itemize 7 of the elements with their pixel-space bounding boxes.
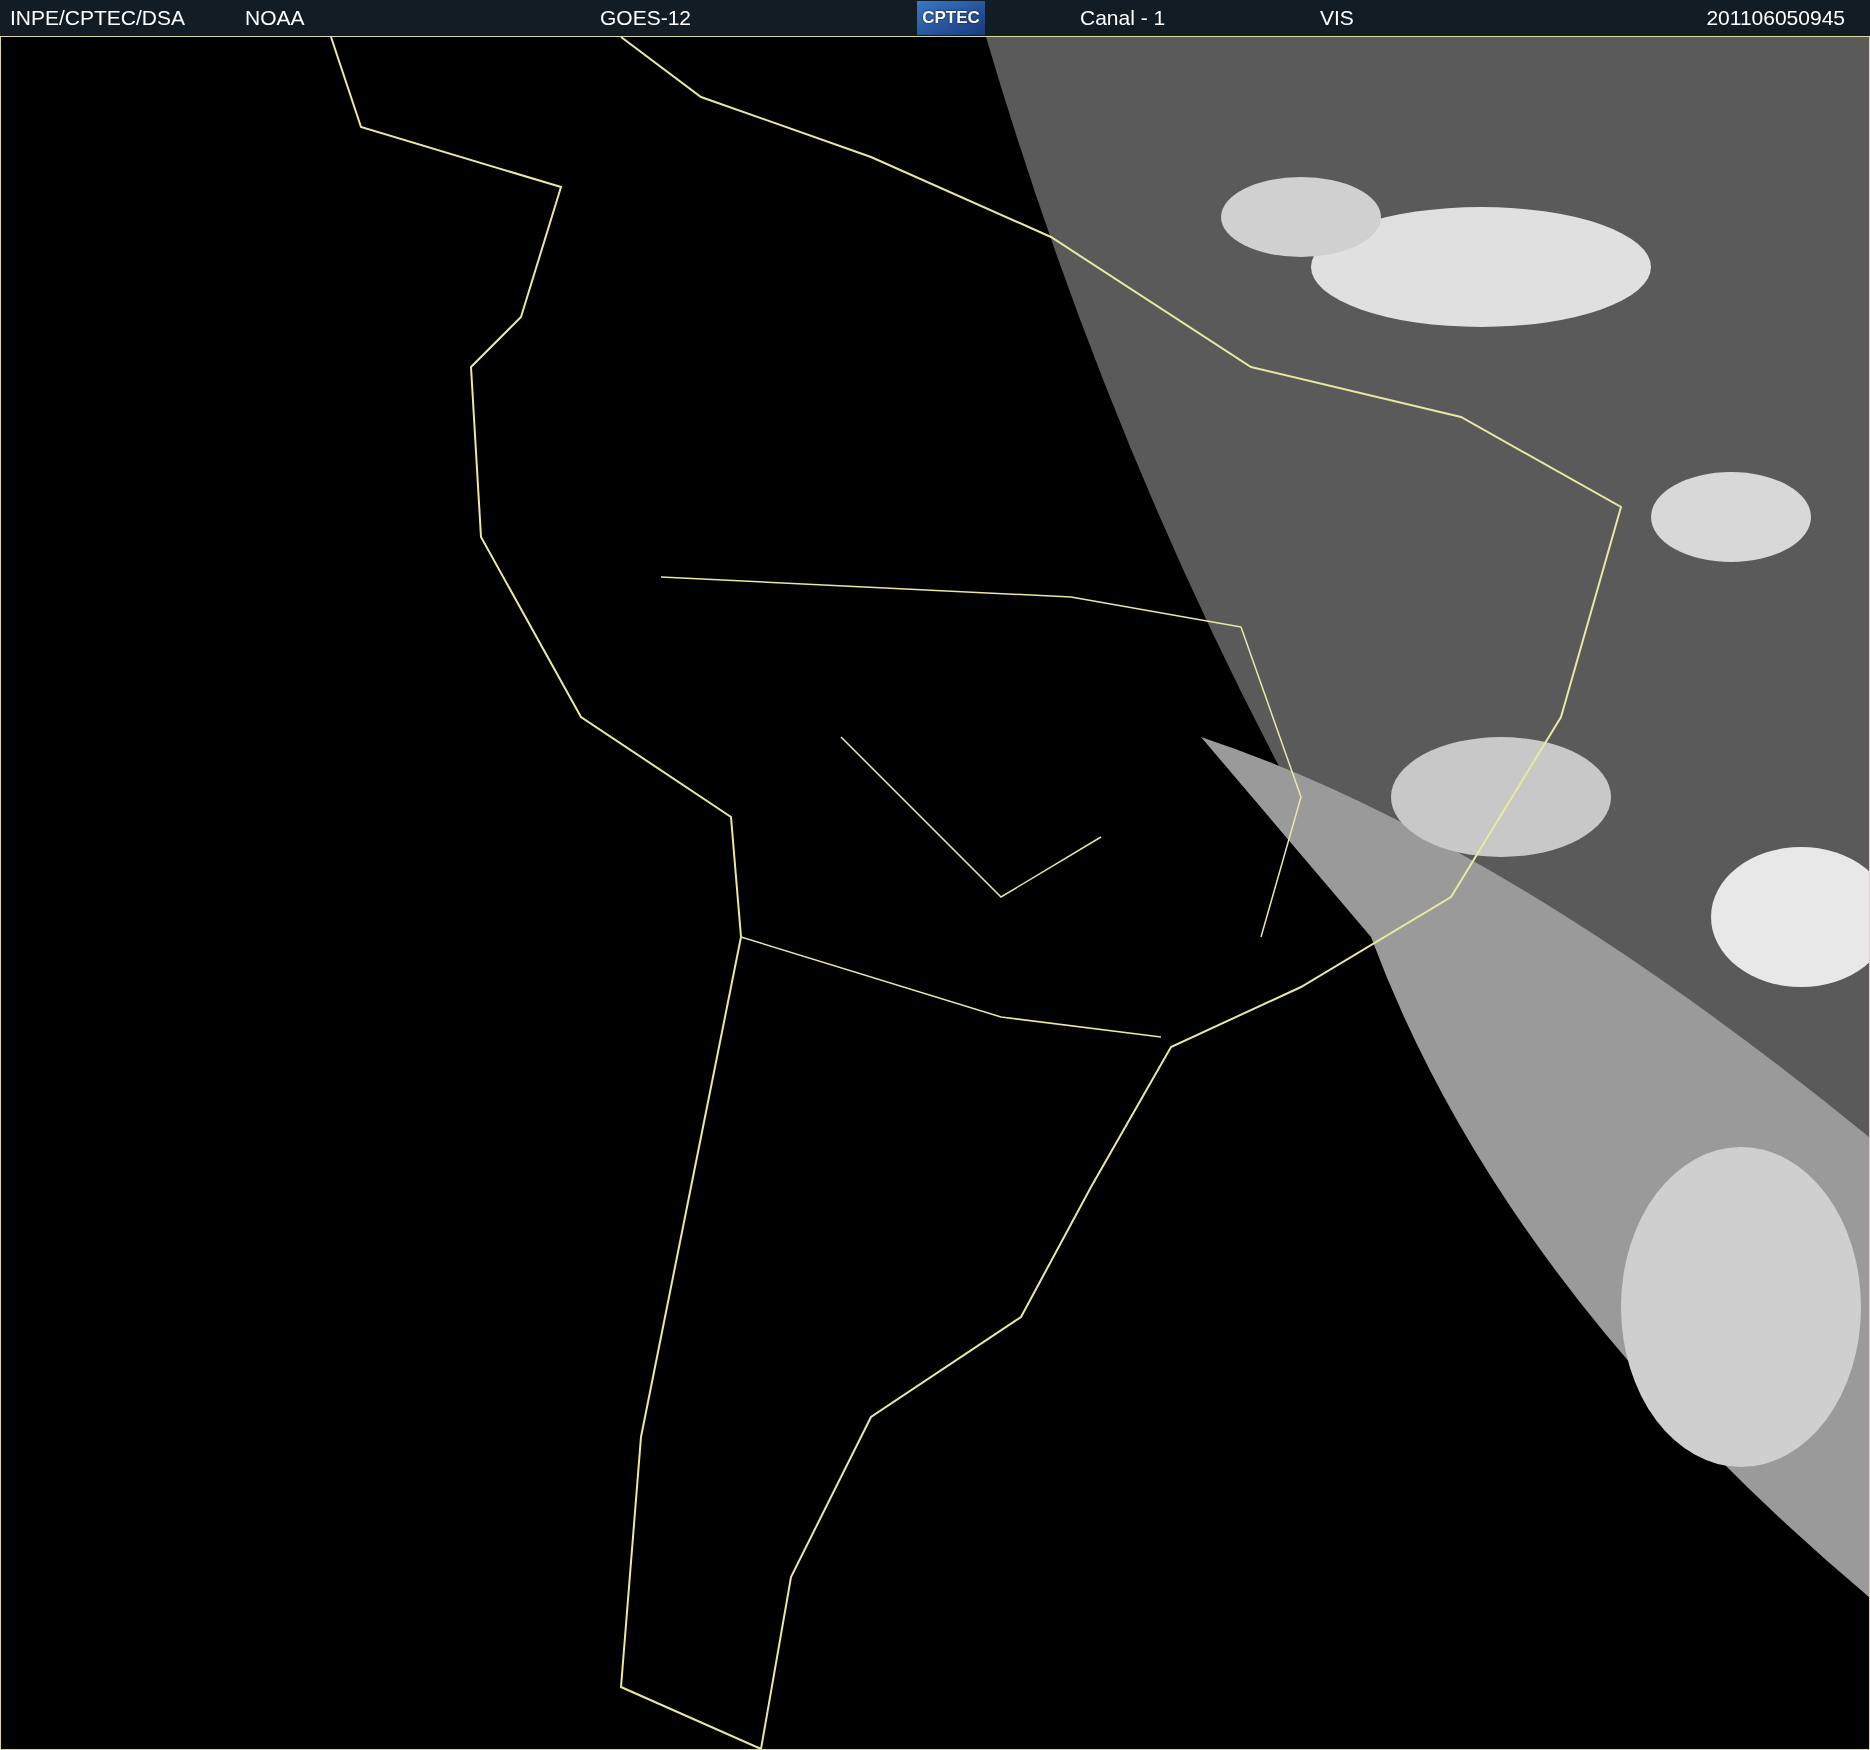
- logo-text: CPTEC: [922, 7, 980, 30]
- band-label: VIS: [1320, 5, 1355, 32]
- agency-label: INPE/CPTEC/DSA: [10, 5, 187, 32]
- channel-label: Canal - 1: [1080, 5, 1167, 32]
- satellite-label: GOES-12: [600, 5, 693, 32]
- operator-label: NOAA: [245, 5, 306, 32]
- timestamp-label: 201106050945: [1706, 5, 1845, 32]
